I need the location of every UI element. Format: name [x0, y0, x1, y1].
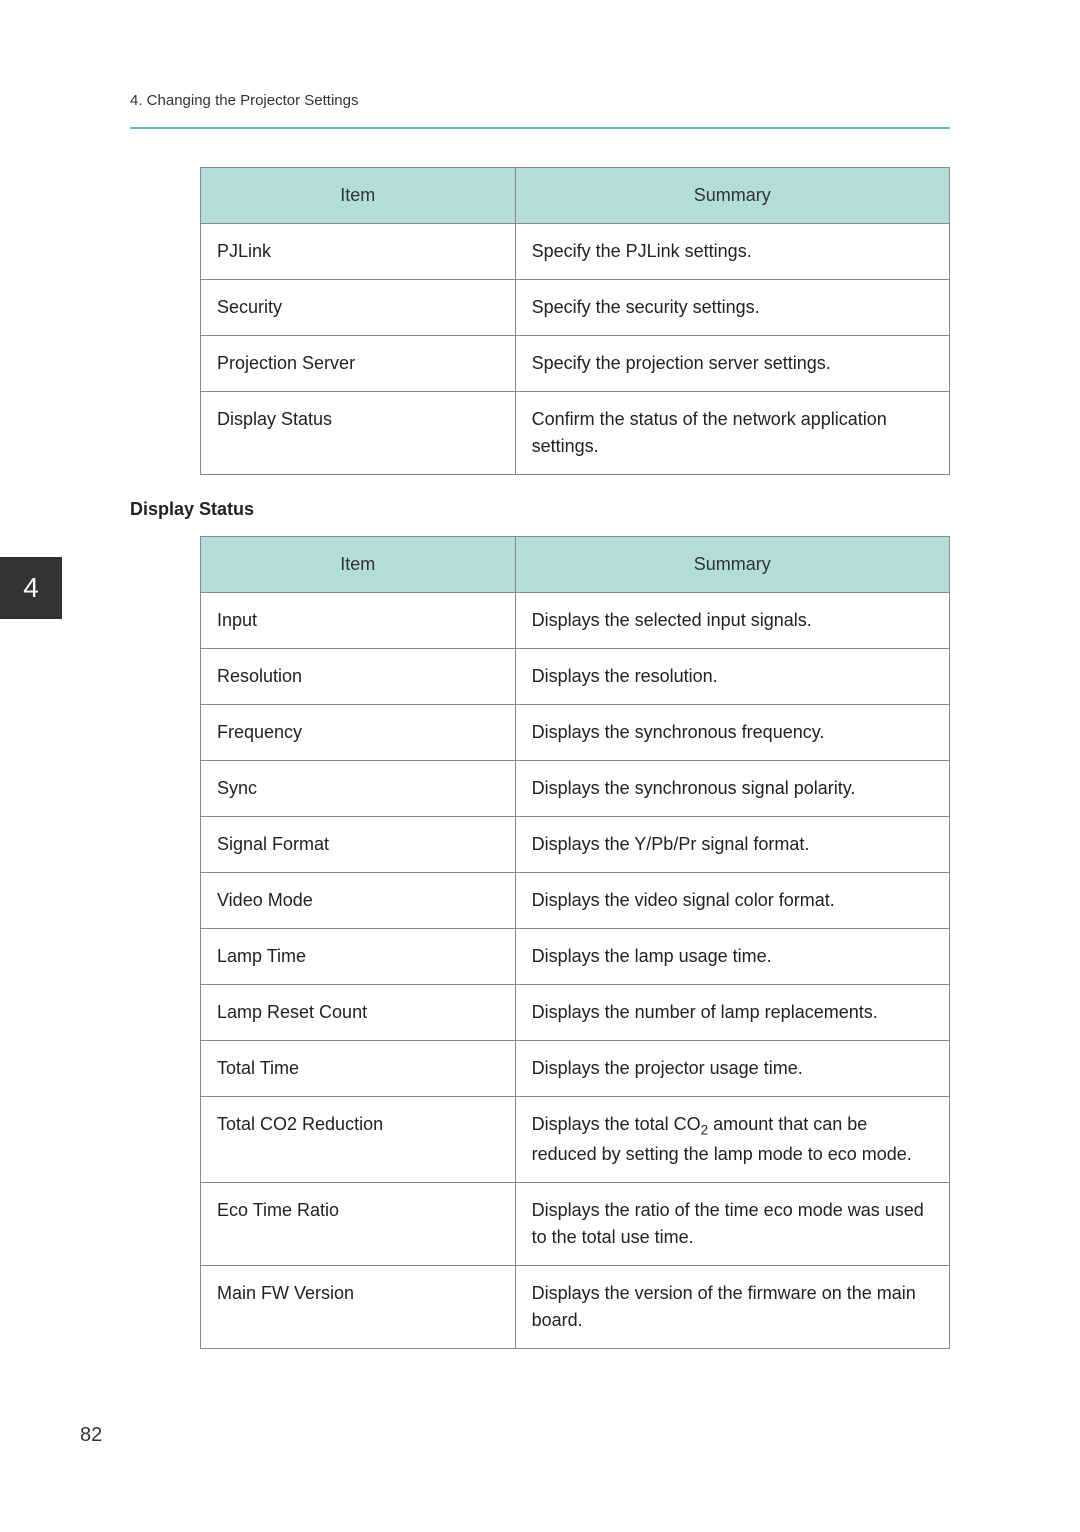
cell-summary: Displays the version of the firmware on …: [515, 1265, 949, 1348]
table-row: Lamp Reset Count Displays the number of …: [201, 985, 950, 1041]
summary-pre: Displays the total CO: [532, 1114, 701, 1134]
page-header: 4. Changing the Projector Settings: [0, 0, 1080, 119]
table-row: PJLink Specify the PJLink settings.: [201, 224, 950, 280]
cell-item: Security: [201, 280, 516, 336]
cell-summary: Displays the total CO2 amount that can b…: [515, 1097, 949, 1183]
table-row: Main FW Version Displays the version of …: [201, 1265, 950, 1348]
table-row: Projection Server Specify the projection…: [201, 336, 950, 392]
cell-item: Total CO2 Reduction: [201, 1097, 516, 1183]
cell-summary: Displays the projector usage time.: [515, 1041, 949, 1097]
cell-summary: Specify the PJLink settings.: [515, 224, 949, 280]
table-row: Signal Format Displays the Y/Pb/Pr signa…: [201, 817, 950, 873]
display-status-table: Item Summary Input Displays the selected…: [200, 536, 950, 1349]
chapter-number: 4: [23, 572, 39, 604]
cell-summary: Displays the resolution.: [515, 649, 949, 705]
cell-summary: Displays the ratio of the time eco mode …: [515, 1182, 949, 1265]
cell-item: Frequency: [201, 705, 516, 761]
table-row: Resolution Displays the resolution.: [201, 649, 950, 705]
cell-item: Input: [201, 593, 516, 649]
cell-item: Display Status: [201, 392, 516, 475]
table-row: Total Time Displays the projector usage …: [201, 1041, 950, 1097]
cell-summary: Displays the number of lamp replacements…: [515, 985, 949, 1041]
table-header-item: Item: [201, 537, 516, 593]
breadcrumb: 4. Changing the Projector Settings: [130, 92, 358, 109]
section-heading: Display Status: [130, 499, 950, 520]
cell-summary: Displays the selected input signals.: [515, 593, 949, 649]
table-row: Video Mode Displays the video signal col…: [201, 873, 950, 929]
cell-item: Resolution: [201, 649, 516, 705]
cell-item: Video Mode: [201, 873, 516, 929]
table-row: Sync Displays the synchronous signal pol…: [201, 761, 950, 817]
cell-summary: Displays the video signal color format.: [515, 873, 949, 929]
cell-summary: Specify the projection server settings.: [515, 336, 949, 392]
cell-summary: Specify the security settings.: [515, 280, 949, 336]
settings-table: Item Summary PJLink Specify the PJLink s…: [200, 167, 950, 475]
cell-summary: Displays the synchronous frequency.: [515, 705, 949, 761]
table-row: Lamp Time Displays the lamp usage time.: [201, 929, 950, 985]
table-header-item: Item: [201, 168, 516, 224]
table-header-summary: Summary: [515, 168, 949, 224]
cell-item: Sync: [201, 761, 516, 817]
cell-item: Eco Time Ratio: [201, 1182, 516, 1265]
table-row: Total CO2 Reduction Displays the total C…: [201, 1097, 950, 1183]
cell-summary: Displays the lamp usage time.: [515, 929, 949, 985]
cell-item: Total Time: [201, 1041, 516, 1097]
page-content: Item Summary PJLink Specify the PJLink s…: [0, 129, 1080, 1349]
table-row: Frequency Displays the synchronous frequ…: [201, 705, 950, 761]
table-row: Input Displays the selected input signal…: [201, 593, 950, 649]
cell-summary: Displays the Y/Pb/Pr signal format.: [515, 817, 949, 873]
table-row: Security Specify the security settings.: [201, 280, 950, 336]
cell-item: Signal Format: [201, 817, 516, 873]
page-number: 82: [80, 1424, 102, 1447]
table-row: Display Status Confirm the status of the…: [201, 392, 950, 475]
cell-item: Lamp Time: [201, 929, 516, 985]
table-header-summary: Summary: [515, 537, 949, 593]
cell-summary: Confirm the status of the network applic…: [515, 392, 949, 475]
table-row: Eco Time Ratio Displays the ratio of the…: [201, 1182, 950, 1265]
cell-item: PJLink: [201, 224, 516, 280]
cell-summary: Displays the synchronous signal polarity…: [515, 761, 949, 817]
chapter-tab: 4: [0, 557, 62, 619]
cell-item: Main FW Version: [201, 1265, 516, 1348]
cell-item: Projection Server: [201, 336, 516, 392]
cell-item: Lamp Reset Count: [201, 985, 516, 1041]
